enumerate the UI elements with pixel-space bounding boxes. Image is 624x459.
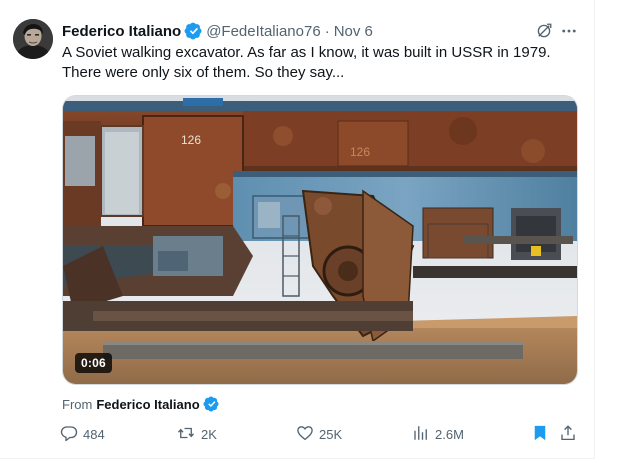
- share-icon: [559, 424, 577, 445]
- analytics-icon: [412, 424, 430, 445]
- retweet-count: 2K: [201, 426, 217, 442]
- avatar[interactable]: [13, 19, 53, 59]
- video-duration: 0:06: [75, 353, 112, 373]
- right-gutter: [594, 0, 624, 459]
- retweet-button[interactable]: 2K: [176, 423, 217, 445]
- attribution-prefix: From: [62, 396, 93, 412]
- reply-icon: [60, 424, 78, 445]
- tweet-text-line: A Soviet walking excavator. As far as I …: [62, 44, 551, 61]
- reply-button[interactable]: 484: [60, 423, 105, 445]
- user-avatar-image: [13, 19, 53, 59]
- tweet-actions: 484 2K 25K 2.6M: [54, 423, 584, 445]
- more-icon[interactable]: [558, 20, 580, 42]
- verified-badge-icon[interactable]: [203, 396, 219, 412]
- tweet-text: A Soviet walking excavator. As far as I …: [62, 43, 577, 83]
- bookmark-icon: [531, 424, 549, 445]
- retweet-icon: [176, 424, 196, 445]
- views-count: 2.6M: [435, 426, 464, 442]
- like-count: 25K: [319, 426, 343, 442]
- tweet-text-line: There were only six of them. So they say…: [62, 64, 345, 81]
- share-button[interactable]: [559, 423, 577, 445]
- author-handle[interactable]: @FedeItaliano76: [206, 23, 320, 40]
- like-button[interactable]: 25K: [296, 423, 342, 445]
- reply-count: 484: [83, 426, 105, 442]
- bookmark-button[interactable]: [531, 423, 549, 445]
- author-display-name[interactable]: Federico Italiano: [62, 23, 181, 40]
- media-attribution: From Federico Italiano: [62, 395, 223, 413]
- excavator-video-frame: 126 126: [63, 96, 577, 384]
- separator-dot: ·: [324, 22, 330, 40]
- machine-number-label-faded: 126: [350, 145, 370, 159]
- video-player[interactable]: 126 126 0:06: [62, 95, 578, 385]
- grok-icon[interactable]: [533, 20, 555, 42]
- tweet-header: Federico Italiano @FedeItaliano76 · Nov …: [62, 20, 373, 42]
- tweet-card[interactable]: Federico Italiano @FedeItaliano76 · Nov …: [0, 0, 594, 459]
- heart-icon: [296, 424, 314, 445]
- machine-number-label: 126: [181, 133, 201, 147]
- tweet-timestamp[interactable]: Nov 6: [334, 23, 373, 40]
- attribution-author-link[interactable]: Federico Italiano: [96, 397, 199, 412]
- views-button[interactable]: 2.6M: [412, 423, 464, 445]
- verified-badge-icon[interactable]: [184, 22, 202, 40]
